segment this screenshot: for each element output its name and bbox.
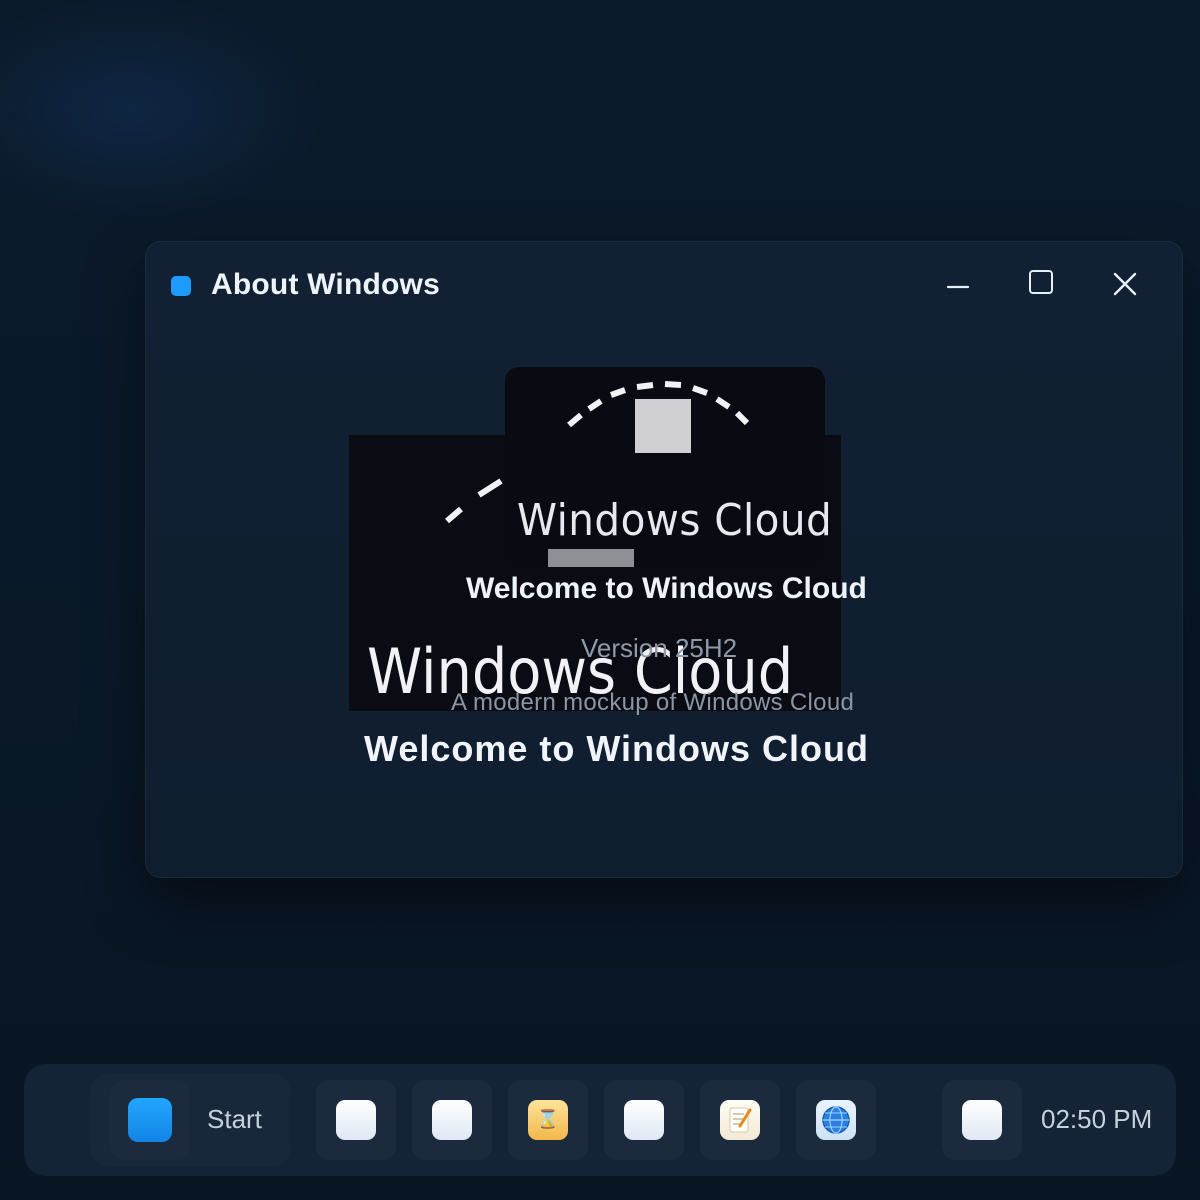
start-icon	[128, 1098, 172, 1142]
app-icon	[336, 1100, 376, 1140]
taskbar: Start ⌛ 02:50 PM	[24, 1064, 1176, 1176]
minimize-icon	[946, 285, 970, 289]
app-icon	[962, 1100, 1002, 1140]
window-title: About Windows	[211, 268, 440, 301]
maximize-icon	[1029, 270, 1053, 294]
logo-bar-icon	[548, 549, 634, 567]
app-icon	[624, 1100, 664, 1140]
notepad-icon	[720, 1100, 760, 1140]
globe-icon	[816, 1100, 856, 1140]
taskbar-app-notepad[interactable]	[700, 1080, 780, 1160]
welcome-heading: Welcome to Windows Cloud	[466, 572, 867, 605]
close-icon	[1113, 272, 1137, 296]
close-button[interactable]	[1103, 264, 1147, 308]
app-icon	[171, 276, 191, 296]
taskbar-app-7[interactable]	[942, 1080, 1022, 1160]
taskbar-clock[interactable]: 02:50 PM	[1041, 1104, 1152, 1135]
hourglass-icon: ⌛	[528, 1100, 568, 1140]
version-text: Version 25H2	[581, 633, 738, 663]
app-icon	[432, 1100, 472, 1140]
minimize-button[interactable]	[936, 264, 980, 308]
tagline-text: A modern mockup of Windows Cloud	[451, 689, 855, 716]
welcome-heading-large: Welcome to Windows Cloud	[364, 728, 870, 769]
taskbar-app-browser[interactable]	[796, 1080, 876, 1160]
taskbar-app-2[interactable]	[412, 1080, 492, 1160]
about-windows-window: About Windows Windows Cloud Windows Clou…	[145, 241, 1183, 878]
title-bar[interactable]: About Windows	[146, 242, 1182, 332]
start-label[interactable]: Start	[207, 1104, 262, 1135]
taskbar-app-3[interactable]: ⌛	[508, 1080, 588, 1160]
logo-wordmark-small: Windows Cloud	[517, 495, 833, 546]
start-button[interactable]	[110, 1080, 190, 1160]
logo-square-icon	[635, 399, 691, 453]
maximize-button[interactable]	[1019, 264, 1063, 308]
taskbar-app-1[interactable]	[316, 1080, 396, 1160]
taskbar-app-4[interactable]	[604, 1080, 684, 1160]
